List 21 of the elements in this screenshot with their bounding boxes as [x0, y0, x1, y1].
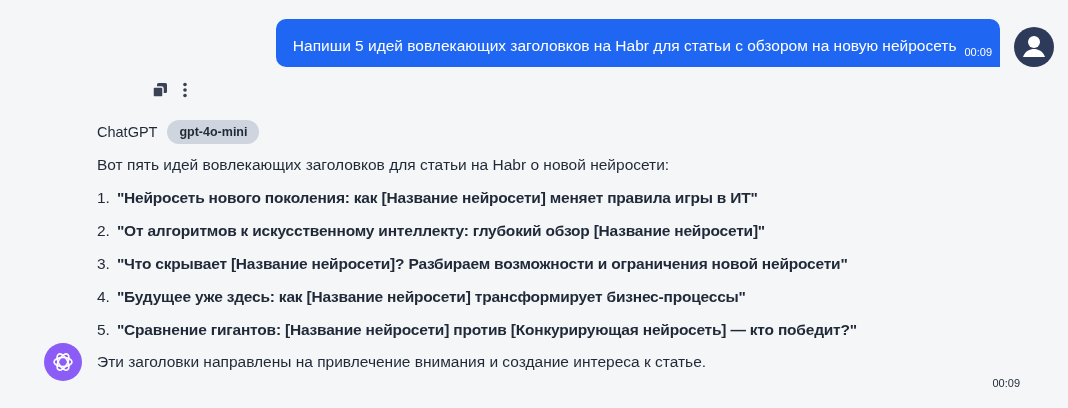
list-number: 1.	[97, 188, 110, 208]
list-number: 3.	[97, 254, 110, 274]
list-item-text: "От алгоритмов к искусственному интеллекту: глубокий обзор [Название нейросети]"	[116, 221, 765, 241]
list-item-text: "Сравнение гигантов: [Название нейросети] против [Конкурирующая нейросеть] — кто победит?"	[116, 320, 857, 340]
message-text: Эти заголовки направлены на привлечение внимания и создание интереса к статье.	[97, 352, 708, 372]
assistant-avatar-icon	[44, 343, 82, 381]
message-text: Напиши 5 идей вовлекающих заголовков на Habr для статьи с обзором на новую нейросеть	[292, 36, 957, 56]
sender-name: ChatGPT	[97, 124, 158, 140]
list-item-text: "Будущее уже здесь: как [Название нейросети] трансформирует бизнес-процессы"	[116, 287, 746, 307]
list-number: 2.	[97, 221, 110, 241]
list-item-text: "Что скрывает [Название нейросети]? Разбираем возможности и ограничения новой нейросети"	[116, 254, 848, 274]
message-text: Вот пять идей вовлекающих заголовков для статьи на Habr о новой нейросети:	[96, 155, 671, 175]
user-avatar-icon	[1014, 27, 1054, 67]
message-time: 00:09	[964, 46, 992, 58]
list-number: 5.	[97, 320, 110, 340]
copy-icon[interactable]	[152, 82, 168, 98]
more-options-icon[interactable]	[182, 82, 188, 98]
model-badge: gpt-4o-mini	[167, 120, 260, 144]
list-item-text: "Нейросеть нового поколения: как [Название нейросети] меняет правила игры в ИТ"	[116, 188, 758, 208]
list-number: 4.	[97, 287, 110, 307]
message-time: 00:09	[992, 377, 1020, 389]
